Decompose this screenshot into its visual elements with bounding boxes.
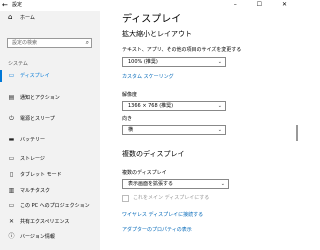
- scale-value: 100% (推奨): [128, 59, 158, 65]
- sidebar-item-battery[interactable]: ▬ バッテリー: [0, 132, 100, 148]
- sidebar-item-label: この PC へのプロジェクション: [20, 203, 90, 209]
- resolution-value: 1366 × 768 (推奨): [128, 103, 174, 109]
- sidebar-item-display[interactable]: ▭ ディスプレイ: [0, 68, 100, 84]
- notification-icon: ▤: [8, 94, 15, 101]
- tablet-icon: ▯: [9, 171, 14, 178]
- scale-dropdown[interactable]: 100% (推奨) ⌄: [122, 57, 226, 67]
- scrollbar-thumb[interactable]: [296, 125, 298, 141]
- window-controls[interactable]: – ☐ ✕: [234, 1, 296, 9]
- sidebar-item-label: 共有エクスペリエンス: [20, 219, 70, 225]
- battery-icon: ▬: [8, 136, 15, 143]
- section-header-system: システム: [8, 61, 28, 67]
- chevron-down-icon: ⌄: [220, 181, 225, 187]
- multitask-icon: ▥: [8, 187, 15, 194]
- sidebar-item-label: マルチタスク: [20, 188, 51, 194]
- sidebar-item-projection[interactable]: ▭ この PC へのプロジェクション: [0, 198, 100, 214]
- search-placeholder: 設定の検索: [12, 40, 38, 46]
- sidebar-item-label: ストレージ: [20, 156, 45, 162]
- main-display-checkbox[interactable]: [122, 195, 129, 202]
- multiple-displays-label: 複数のディスプレイ: [122, 170, 167, 176]
- adapter-properties-link[interactable]: アダプターのプロパティの表示: [122, 227, 192, 234]
- info-icon: ⓘ: [8, 233, 15, 240]
- resolution-label: 解像度: [122, 92, 138, 98]
- multiple-displays-dropdown[interactable]: 表示画面を拡張する ⌄: [122, 179, 229, 189]
- sidebar-item-label: バージョン情報: [20, 234, 55, 240]
- custom-scaling-link[interactable]: カスタム スケーリング: [122, 74, 174, 81]
- page-title: ディスプレイ: [122, 14, 182, 25]
- multiple-displays-value: 表示画面を拡張する: [128, 181, 174, 187]
- sidebar-item-label: タブレット モード: [20, 172, 62, 178]
- sidebar-item-label: バッテリー: [20, 137, 46, 143]
- home-icon: ⌂: [8, 13, 13, 21]
- chevron-down-icon: ⌄: [217, 59, 222, 65]
- scale-label: テキスト、アプリ、その他の項目のサイズを変更する: [122, 47, 242, 53]
- main-display-checkbox-label: これをメイン ディスプレイにする: [133, 195, 210, 201]
- back-arrow-icon[interactable]: ←: [2, 1, 8, 9]
- sidebar-item-label: 電源とスリープ: [20, 116, 55, 122]
- title-bar: ← 設定 – ☐ ✕: [0, 0, 300, 11]
- orientation-value: 横: [128, 127, 134, 133]
- projection-icon: ▭: [8, 202, 15, 209]
- scale-layout-heading: 拡大縮小とレイアウト: [122, 30, 192, 38]
- sidebar-item-tablet[interactable]: ▯ タブレット モード: [0, 167, 100, 183]
- sidebar-item-notifications[interactable]: ▤ 通知とアクション: [0, 90, 100, 106]
- power-icon: ⏻: [9, 115, 14, 122]
- resolution-dropdown[interactable]: 1366 × 768 (推奨) ⌄: [122, 101, 226, 111]
- monitor-icon: ▭: [8, 72, 15, 79]
- chevron-down-icon: ⌄: [217, 103, 222, 109]
- window-title: 設定: [12, 2, 23, 8]
- home-label: ホーム: [20, 15, 35, 21]
- wireless-display-link[interactable]: ワイヤレス ディスプレイに接続する: [122, 212, 203, 219]
- sidebar-item-label: ディスプレイ: [20, 73, 50, 79]
- sidebar-item-storage[interactable]: ▭ ストレージ: [0, 151, 100, 167]
- sidebar-item-power[interactable]: ⏻ 電源とスリープ: [0, 111, 100, 127]
- orientation-label: 向き: [122, 116, 133, 122]
- sidebar-item-multitask[interactable]: ▥ マルチタスク: [0, 183, 100, 199]
- shared-experience-icon: ✕: [8, 218, 15, 225]
- sidebar-item-label: 通知とアクション: [20, 95, 60, 101]
- sidebar-home[interactable]: ⌂ ホーム: [0, 11, 100, 25]
- search-icon[interactable]: ⌕: [86, 39, 89, 47]
- multiple-displays-heading: 複数のディスプレイ: [122, 150, 185, 158]
- chevron-down-icon: ⌄: [217, 127, 222, 133]
- search-input[interactable]: 設定の検索 ⌕: [7, 38, 92, 48]
- sidebar-item-about[interactable]: ⓘ バージョン情報: [0, 229, 100, 245]
- orientation-dropdown[interactable]: 横 ⌄: [122, 125, 226, 135]
- selection-indicator: [0, 70, 2, 82]
- sidebar-item-shared-experience[interactable]: ✕ 共有エクスペリエンス: [0, 214, 100, 230]
- storage-icon: ▭: [8, 155, 15, 162]
